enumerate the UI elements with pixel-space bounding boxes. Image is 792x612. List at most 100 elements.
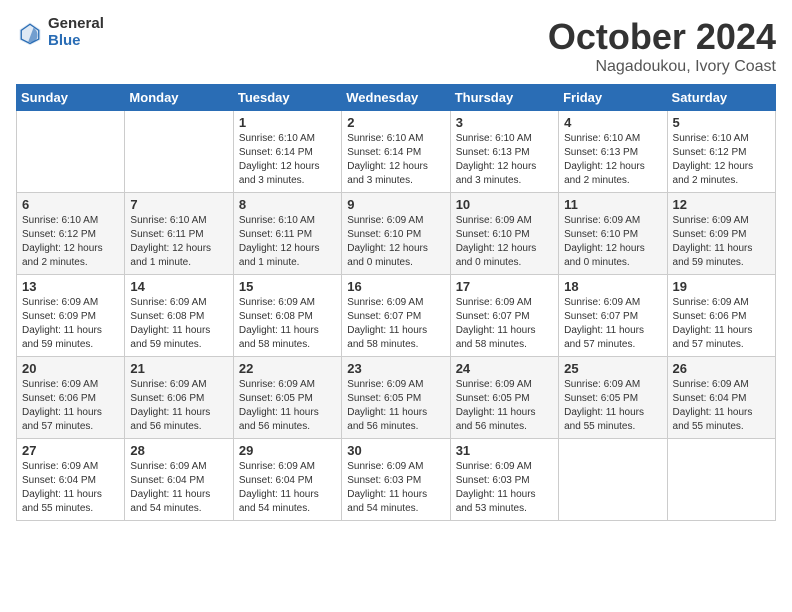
calendar-day-cell: 16 Sunrise: 6:09 AM Sunset: 6:07 PM Dayli…	[342, 275, 450, 357]
logo-blue-text: Blue	[48, 33, 104, 50]
day-info: Sunrise: 6:09 AM Sunset: 6:08 PM Dayligh…	[130, 296, 227, 352]
calendar-day-cell: 20Sunrise: 6:09 AM Sunset: 6:06 PM Dayli…	[17, 357, 125, 439]
weekday-header: Friday	[559, 85, 667, 111]
day-number: 15	[239, 279, 336, 294]
calendar-day-cell: 24 Sunrise: 6:09 AM Sunset: 6:05 PM Dayli…	[450, 357, 558, 439]
day-number: 22	[239, 361, 336, 376]
logo-general-text: General	[48, 16, 104, 33]
calendar-day-cell: 19 Sunrise: 6:09 AM Sunset: 6:06 PM Dayli…	[667, 275, 775, 357]
calendar-week-row: 13Sunrise: 6:09 AM Sunset: 6:09 PM Dayli…	[17, 275, 776, 357]
calendar-day-cell: 9 Sunrise: 6:09 AM Sunset: 6:10 PM Daylig…	[342, 193, 450, 275]
calendar-day-cell: 3 Sunrise: 6:10 AM Sunset: 6:13 PM Daylig…	[450, 111, 558, 193]
day-number: 23	[347, 361, 444, 376]
weekday-header: Monday	[125, 85, 233, 111]
day-info: Sunrise: 6:10 AM Sunset: 6:12 PM Dayligh…	[22, 214, 119, 270]
day-number: 8	[239, 197, 336, 212]
day-number: 27	[22, 443, 119, 458]
day-number: 5	[673, 115, 770, 130]
day-number: 31	[456, 443, 553, 458]
calendar-day-cell: 18Sunrise: 6:09 AM Sunset: 6:07 PM Dayli…	[559, 275, 667, 357]
weekday-header: Saturday	[667, 85, 775, 111]
calendar-day-cell	[559, 439, 667, 521]
day-info: Sunrise: 6:10 AM Sunset: 6:14 PM Dayligh…	[239, 132, 336, 188]
weekday-header: Thursday	[450, 85, 558, 111]
day-info: Sunrise: 6:10 AM Sunset: 6:11 PM Dayligh…	[239, 214, 336, 270]
day-info: Sunrise: 6:10 AM Sunset: 6:13 PM Dayligh…	[456, 132, 553, 188]
day-number: 20	[22, 361, 119, 376]
calendar-day-cell: 5 Sunrise: 6:10 AM Sunset: 6:12 PM Daylig…	[667, 111, 775, 193]
day-info: Sunrise: 6:09 AM Sunset: 6:05 PM Dayligh…	[239, 378, 336, 434]
calendar-week-row: 27 Sunrise: 6:09 AM Sunset: 6:04 PM Dayli…	[17, 439, 776, 521]
calendar-day-cell	[667, 439, 775, 521]
calendar-week-row: 1 Sunrise: 6:10 AM Sunset: 6:14 PM Daylig…	[17, 111, 776, 193]
calendar-day-cell	[125, 111, 233, 193]
day-info: Sunrise: 6:09 AM Sunset: 6:07 PM Dayligh…	[347, 296, 444, 352]
calendar-day-cell: 10 Sunrise: 6:09 AM Sunset: 6:10 PM Dayli…	[450, 193, 558, 275]
day-number: 2	[347, 115, 444, 130]
calendar-day-cell: 7Sunrise: 6:10 AM Sunset: 6:11 PM Daylig…	[125, 193, 233, 275]
day-number: 26	[673, 361, 770, 376]
day-number: 28	[130, 443, 227, 458]
day-info: Sunrise: 6:09 AM Sunset: 6:07 PM Dayligh…	[456, 296, 553, 352]
day-info: Sunrise: 6:10 AM Sunset: 6:12 PM Dayligh…	[673, 132, 770, 188]
day-number: 24	[456, 361, 553, 376]
calendar-table: SundayMondayTuesdayWednesdayThursdayFrid…	[16, 84, 776, 521]
day-info: Sunrise: 6:10 AM Sunset: 6:11 PM Dayligh…	[130, 214, 227, 270]
calendar-day-cell: 2Sunrise: 6:10 AM Sunset: 6:14 PM Daylig…	[342, 111, 450, 193]
day-info: Sunrise: 6:09 AM Sunset: 6:10 PM Dayligh…	[456, 214, 553, 270]
day-info: Sunrise: 6:09 AM Sunset: 6:09 PM Dayligh…	[673, 214, 770, 270]
day-number: 11	[564, 197, 661, 212]
day-number: 25	[564, 361, 661, 376]
day-number: 17	[456, 279, 553, 294]
calendar-day-cell: 31 Sunrise: 6:09 AM Sunset: 6:03 PM Dayli…	[450, 439, 558, 521]
day-info: Sunrise: 6:09 AM Sunset: 6:06 PM Dayligh…	[130, 378, 227, 434]
day-number: 3	[456, 115, 553, 130]
calendar-day-cell: 12Sunrise: 6:09 AM Sunset: 6:09 PM Dayli…	[667, 193, 775, 275]
day-number: 19	[673, 279, 770, 294]
calendar-week-row: 6 Sunrise: 6:10 AM Sunset: 6:12 PM Daylig…	[17, 193, 776, 275]
day-info: Sunrise: 6:09 AM Sunset: 6:04 PM Dayligh…	[239, 460, 336, 516]
weekday-header: Sunday	[17, 85, 125, 111]
calendar-day-cell: 23 Sunrise: 6:09 AM Sunset: 6:05 PM Dayli…	[342, 357, 450, 439]
day-info: Sunrise: 6:09 AM Sunset: 6:05 PM Dayligh…	[456, 378, 553, 434]
day-info: Sunrise: 6:09 AM Sunset: 6:10 PM Dayligh…	[347, 214, 444, 270]
day-number: 21	[130, 361, 227, 376]
day-number: 4	[564, 115, 661, 130]
day-info: Sunrise: 6:09 AM Sunset: 6:04 PM Dayligh…	[130, 460, 227, 516]
day-info: Sunrise: 6:09 AM Sunset: 6:03 PM Dayligh…	[347, 460, 444, 516]
day-info: Sunrise: 6:09 AM Sunset: 6:05 PM Dayligh…	[564, 378, 661, 434]
day-info: Sunrise: 6:10 AM Sunset: 6:13 PM Dayligh…	[564, 132, 661, 188]
day-number: 10	[456, 197, 553, 212]
day-number: 16	[347, 279, 444, 294]
calendar-day-cell: 4 Sunrise: 6:10 AM Sunset: 6:13 PM Daylig…	[559, 111, 667, 193]
calendar-day-cell	[17, 111, 125, 193]
logo: General Blue	[16, 16, 104, 49]
day-number: 1	[239, 115, 336, 130]
header: General Blue October 2024 Nagadoukou, Iv…	[16, 16, 776, 76]
day-number: 9	[347, 197, 444, 212]
calendar-day-cell: 30Sunrise: 6:09 AM Sunset: 6:03 PM Dayli…	[342, 439, 450, 521]
logo-icon	[16, 19, 44, 47]
weekday-header-row: SundayMondayTuesdayWednesdayThursdayFrid…	[17, 85, 776, 111]
calendar-day-cell: 28 Sunrise: 6:09 AM Sunset: 6:04 PM Dayli…	[125, 439, 233, 521]
day-info: Sunrise: 6:09 AM Sunset: 6:05 PM Dayligh…	[347, 378, 444, 434]
calendar-day-cell: 1 Sunrise: 6:10 AM Sunset: 6:14 PM Daylig…	[233, 111, 341, 193]
day-number: 18	[564, 279, 661, 294]
weekday-header: Tuesday	[233, 85, 341, 111]
day-info: Sunrise: 6:09 AM Sunset: 6:06 PM Dayligh…	[673, 296, 770, 352]
calendar-day-cell: 25 Sunrise: 6:09 AM Sunset: 6:05 PM Dayli…	[559, 357, 667, 439]
day-number: 13	[22, 279, 119, 294]
calendar-day-cell: 8 Sunrise: 6:10 AM Sunset: 6:11 PM Daylig…	[233, 193, 341, 275]
calendar-day-cell: 22 Sunrise: 6:09 AM Sunset: 6:05 PM Dayli…	[233, 357, 341, 439]
calendar-day-cell: 11 Sunrise: 6:09 AM Sunset: 6:10 PM Dayli…	[559, 193, 667, 275]
logo-text: General Blue	[48, 16, 104, 49]
day-number: 29	[239, 443, 336, 458]
day-info: Sunrise: 6:09 AM Sunset: 6:10 PM Dayligh…	[564, 214, 661, 270]
calendar-day-cell: 15Sunrise: 6:09 AM Sunset: 6:08 PM Dayli…	[233, 275, 341, 357]
day-number: 6	[22, 197, 119, 212]
calendar-day-cell: 29 Sunrise: 6:09 AM Sunset: 6:04 PM Dayli…	[233, 439, 341, 521]
day-info: Sunrise: 6:09 AM Sunset: 6:04 PM Dayligh…	[22, 460, 119, 516]
day-info: Sunrise: 6:09 AM Sunset: 6:03 PM Dayligh…	[456, 460, 553, 516]
day-info: Sunrise: 6:09 AM Sunset: 6:04 PM Dayligh…	[673, 378, 770, 434]
calendar-day-cell: 27 Sunrise: 6:09 AM Sunset: 6:04 PM Dayli…	[17, 439, 125, 521]
